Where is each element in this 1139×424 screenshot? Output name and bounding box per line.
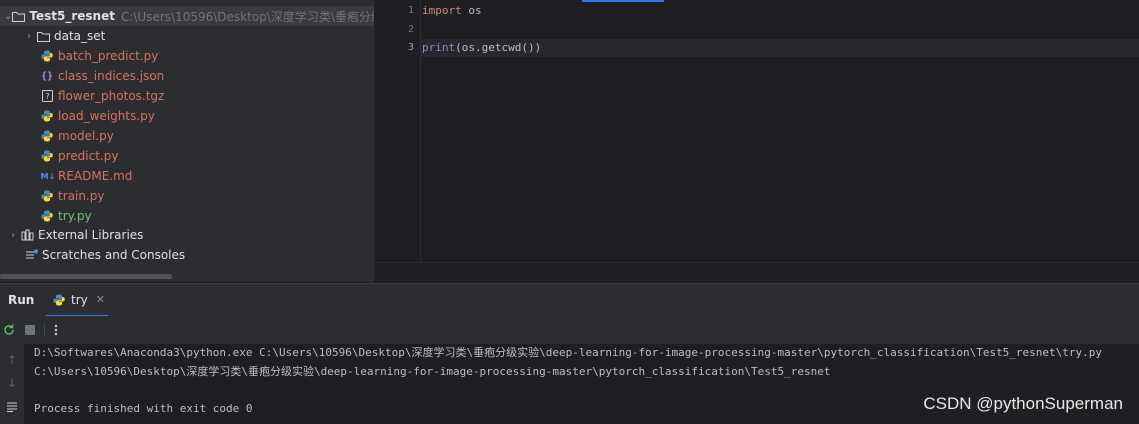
arrow-down-icon[interactable]: ↓ <box>4 375 20 391</box>
tree-item-train[interactable]: train.py <box>0 186 374 206</box>
code-line-2[interactable] <box>421 21 1139 39</box>
line-number-gutter: 1 2 3 <box>374 0 421 262</box>
more-options-icon[interactable] <box>48 322 64 338</box>
builtin-print: print <box>422 41 456 54</box>
run-tab-label: try <box>71 292 88 307</box>
editor-footer <box>374 262 1139 283</box>
tree-item-readme[interactable]: M↓ README.md <box>0 166 374 186</box>
tree-item-model[interactable]: model.py <box>0 126 374 146</box>
toolbar-separator <box>44 323 45 337</box>
run-title: Run <box>8 293 35 307</box>
svg-text:?: ? <box>45 92 49 101</box>
line-number: 2 <box>407 24 414 35</box>
tree-item-class-indices[interactable]: {} class_indices.json <box>0 66 374 86</box>
tree-item-label: class_indices.json <box>58 69 165 83</box>
folder-icon <box>36 29 50 43</box>
arrow-up-icon[interactable]: ↑ <box>4 352 20 368</box>
project-tool-window: ⌄ Test5_resnet C:\Users\10596\Desktop\深度… <box>0 0 374 282</box>
markdown-file-icon: M↓ <box>40 171 56 181</box>
python-file-icon <box>40 109 54 123</box>
console-side-toolbar: ↑ ↓ <box>0 344 24 424</box>
code-text: os <box>461 4 482 17</box>
keyword-import: import <box>422 4 462 17</box>
line-number: 3 <box>407 42 414 53</box>
python-file-icon <box>40 129 54 143</box>
tree-item-label: batch_predict.py <box>58 49 159 63</box>
tree-item-scratches[interactable]: Scratches and Consoles <box>0 245 374 265</box>
chevron-right-icon[interactable]: › <box>22 31 36 42</box>
tree-item-label: train.py <box>58 189 105 203</box>
python-file-icon <box>40 49 54 63</box>
rerun-icon[interactable] <box>1 322 17 338</box>
python-file-icon <box>40 189 54 203</box>
python-file-icon <box>52 293 66 307</box>
code-line-1[interactable]: import os <box>421 2 1139 20</box>
python-file-icon <box>40 209 54 223</box>
tree-item-batch-predict[interactable]: batch_predict.py <box>0 46 374 66</box>
tree-item-label: Scratches and Consoles <box>42 248 186 262</box>
tree-item-label: flower_photos.tgz <box>58 89 165 103</box>
code-text: (os.getcwd()) <box>455 41 542 54</box>
soft-wrap-icon[interactable] <box>4 398 20 414</box>
tree-item-label: try.py <box>58 209 92 223</box>
tree-item-external-libraries[interactable]: › External Libraries <box>0 225 374 245</box>
code-editor[interactable]: 1 2 3 import os print(os.getcwd()) <box>374 0 1139 283</box>
tree-root-test5-resnet[interactable]: ⌄ Test5_resnet C:\Users\10596\Desktop\深度… <box>0 6 374 26</box>
json-file-icon: {} <box>40 70 54 82</box>
run-tab-try[interactable]: try ✕ <box>46 284 108 317</box>
tree-item-label: predict.py <box>58 149 119 163</box>
run-tool-window-header: Run try ✕ <box>0 283 1139 317</box>
tree-item-flower-photos[interactable]: ? flower_photos.tgz <box>0 86 374 106</box>
tree-item-label: README.md <box>58 169 133 183</box>
tree-item-try[interactable]: try.py <box>0 206 374 226</box>
tree-item-label: data_set <box>54 29 106 43</box>
tree-item-label: model.py <box>58 129 114 143</box>
watermark: CSDN @pythonSuperman <box>923 394 1123 413</box>
chevron-down-icon[interactable]: ⌄ <box>4 11 12 22</box>
scratches-icon <box>24 248 38 262</box>
close-icon[interactable]: ✕ <box>96 293 105 306</box>
tree-item-data-set[interactable]: › data_set <box>0 26 374 46</box>
tree-item-predict[interactable]: predict.py <box>0 146 374 166</box>
tree-item-label: load_weights.py <box>58 109 155 123</box>
root-folder-name: Test5_resnet <box>29 9 115 23</box>
tree-item-label: External Libraries <box>38 228 144 242</box>
library-icon <box>20 228 34 242</box>
console-line: Process finished with exit code 0 <box>34 402 253 415</box>
unknown-file-icon: ? <box>40 89 54 103</box>
folder-icon <box>12 9 26 23</box>
console-line: C:\Users\10596\Desktop\深度学习类\垂疱分级实验\deep… <box>34 365 831 378</box>
project-horizontal-scrollbar[interactable] <box>0 274 172 279</box>
stop-icon[interactable] <box>22 322 38 338</box>
line-number: 1 <box>407 5 414 16</box>
console-line: D:\Softwares\Anaconda3\python.exe C:\Use… <box>34 346 1103 359</box>
tree-item-load-weights[interactable]: load_weights.py <box>0 106 374 126</box>
run-toolbar <box>0 316 1139 344</box>
chevron-right-icon[interactable]: › <box>6 230 20 241</box>
python-file-icon <box>40 149 54 163</box>
code-line-3[interactable]: print(os.getcwd()) <box>421 39 1139 57</box>
root-folder-path: C:\Users\10596\Desktop\深度学习类\垂疱分级实验\ <box>120 9 374 24</box>
